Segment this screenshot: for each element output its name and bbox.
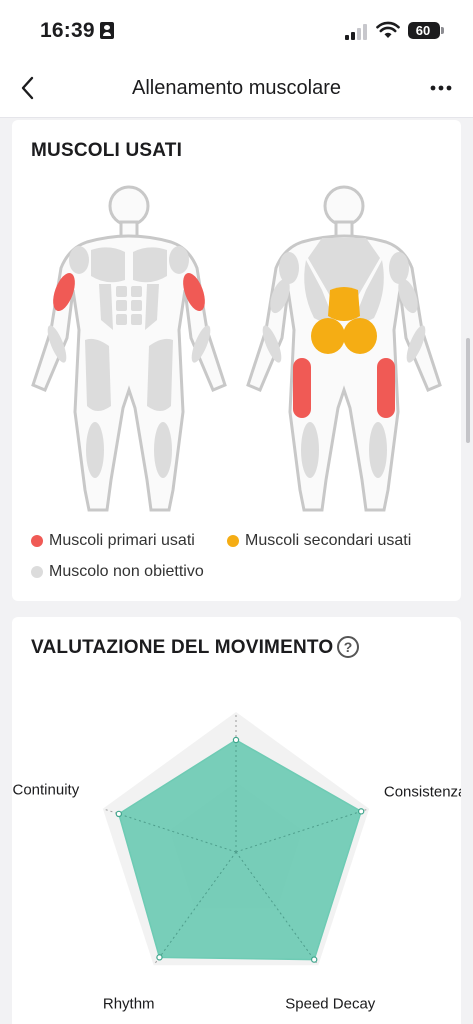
question-circle-icon[interactable]: ? bbox=[337, 636, 359, 658]
radar-axis-label: Rhythm bbox=[103, 995, 155, 1012]
page-title: Allenamento muscolare bbox=[132, 77, 341, 99]
radar-axis-label: Speed Decay bbox=[285, 995, 376, 1012]
scrollbar[interactable] bbox=[466, 338, 470, 443]
lower-back-muscle bbox=[328, 287, 360, 321]
more-horizontal-icon[interactable] bbox=[427, 76, 455, 100]
status-bar: 16:39 60 bbox=[0, 0, 473, 62]
radar-data-point bbox=[232, 736, 240, 744]
muscles-card-title: MUSCOLI USATI bbox=[31, 140, 183, 161]
legend-secondary-label: Muscoli secondari usati bbox=[245, 532, 412, 549]
radar-data-point bbox=[310, 956, 318, 963]
radar-data-point bbox=[357, 808, 365, 815]
radar-axis-label: Continuity bbox=[13, 782, 80, 799]
evaluation-card-title: VALUTAZIONE DEL MOVIMENTO bbox=[31, 637, 334, 658]
legend-secondary-dot bbox=[227, 535, 239, 547]
legend-non-target-dot bbox=[31, 566, 43, 578]
body-front bbox=[31, 185, 227, 512]
muscle-body-diagram bbox=[31, 185, 442, 512]
status-time: 16:39 bbox=[40, 19, 95, 42]
muscles-used-card: MUSCOLI USATI Muscoli primari usati Musc… bbox=[12, 120, 461, 601]
legend-primary-dot bbox=[31, 535, 43, 547]
left-glute bbox=[311, 318, 345, 354]
right-hamstring bbox=[377, 358, 395, 418]
movement-evaluation-card: VALUTAZIONE DEL MOVIMENTO ? StabilityCon… bbox=[12, 617, 461, 1024]
cellular-signal-icon bbox=[345, 24, 371, 40]
radar-data-point bbox=[115, 810, 123, 818]
battery-icon: 60 bbox=[408, 22, 444, 39]
battery-level: 60 bbox=[415, 23, 431, 38]
legend-primary-label: Muscoli primari usati bbox=[49, 532, 195, 549]
contact-card-icon bbox=[100, 22, 114, 39]
legend-non-target-label: Muscolo non obiettivo bbox=[49, 563, 204, 580]
radar-chart: StabilityConsistenzaSpeed DecayRhythmCon… bbox=[13, 712, 461, 1012]
right-glute bbox=[343, 318, 377, 354]
radar-data-point bbox=[156, 954, 163, 961]
nav-bar: Allenamento muscolare bbox=[0, 62, 473, 118]
radar-axis-label: Consistenza bbox=[384, 784, 461, 801]
wifi-icon bbox=[376, 21, 400, 38]
body-back bbox=[246, 185, 442, 512]
chevron-left-icon[interactable] bbox=[16, 74, 40, 102]
left-hamstring bbox=[293, 358, 311, 418]
